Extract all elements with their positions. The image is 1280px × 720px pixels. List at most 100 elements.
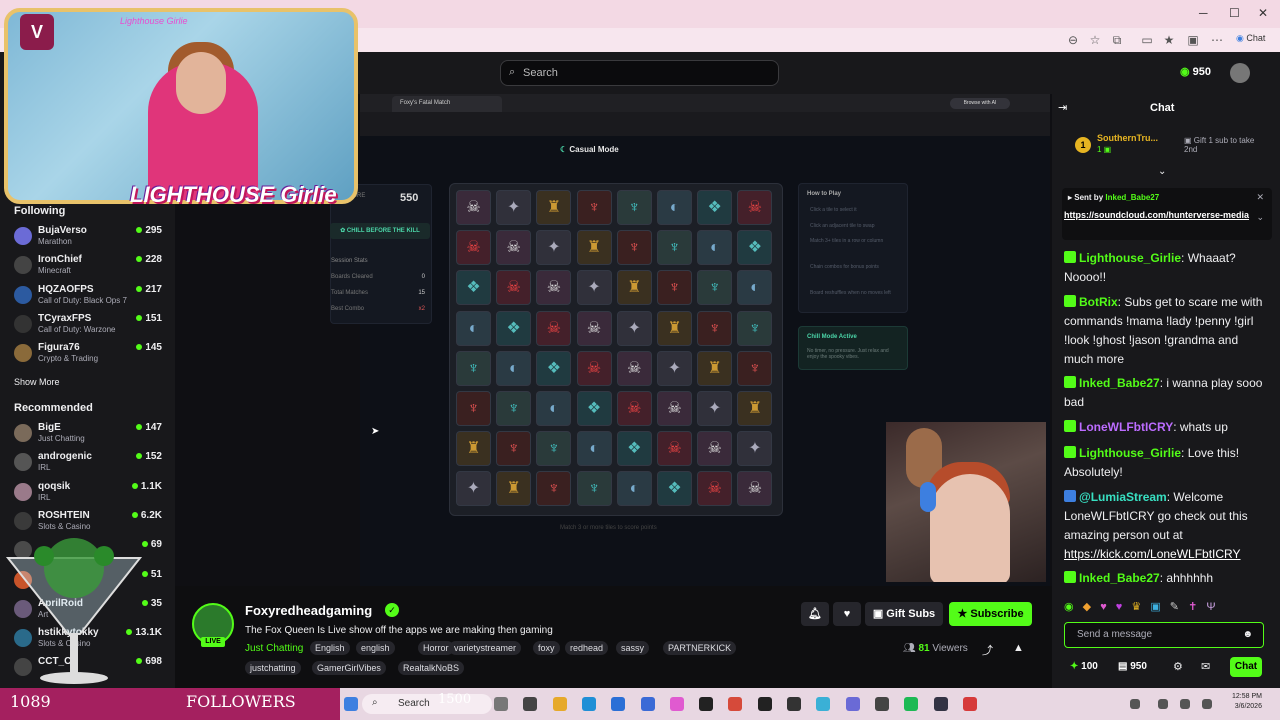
taskbar-app-icon[interactable] [581, 697, 596, 711]
taskbar-app-icon[interactable] [874, 697, 889, 711]
stream-tag[interactable]: GamerGirlVibes [312, 661, 386, 675]
channel-name[interactable]: Foxyredheadgaming [245, 603, 372, 618]
stream-tag[interactable]: RealtalkNoBS [398, 661, 465, 675]
notification-bell-button[interactable]: 🔔︎ [801, 602, 829, 626]
sidebar-channel-item[interactable]: IronChief Minecraft 228 [14, 254, 164, 282]
chat-username[interactable]: BotRix [1079, 295, 1118, 309]
clock-date: 3/6/2026 [1234, 703, 1262, 710]
chat-username[interactable]: LoneWLFbtICRY [1079, 420, 1173, 434]
stream-tag[interactable]: justchatting [245, 661, 301, 675]
chat-points[interactable]: ✦ 100 [1070, 661, 1098, 672]
chat-input[interactable]: Send a message ☻ [1064, 622, 1264, 648]
taskbar-app-icon[interactable] [787, 697, 801, 711]
taskbar-app-icon[interactable] [933, 697, 948, 711]
sidebar-channel-item[interactable]: qoqsik IRL 1.1K [14, 481, 164, 509]
collections-icon[interactable]: ▣ [1186, 33, 1200, 47]
emote-icon[interactable]: ◆ [1083, 601, 1091, 613]
taskbar-app-icon[interactable] [845, 697, 860, 711]
stream-tag[interactable]: PARTNERKICK [663, 641, 737, 655]
heart-emote-icon[interactable]: ♥ [1116, 601, 1123, 613]
extensions-icon[interactable]: ⧉ [1110, 33, 1124, 47]
emote-icon[interactable]: ✎ [1170, 601, 1179, 613]
chat-username[interactable]: Inked_Babe27 [1079, 571, 1160, 585]
sidebar-channel-item[interactable]: BigE Just Chatting 147 [14, 422, 164, 450]
maximize-icon[interactable]: ☐ [1229, 6, 1240, 20]
system-tray-icon[interactable] [1202, 699, 1212, 709]
heart-emote-icon[interactable]: ♥ [1100, 601, 1107, 613]
system-tray-icon[interactable] [1130, 699, 1140, 709]
taskbar-app-icon[interactable] [699, 697, 714, 711]
stream-tag[interactable]: foxy [533, 641, 560, 655]
search-input[interactable]: ⌕ Search [500, 60, 779, 86]
fork-emote-icon[interactable]: Ψ [1206, 601, 1215, 613]
taskbar-app-icon[interactable] [728, 697, 743, 711]
stream-category[interactable]: Just Chatting [245, 643, 303, 654]
points-balance[interactable]: ◉ 950 [1180, 65, 1211, 81]
unpin-icon[interactable]: ✕ [1256, 192, 1264, 203]
pinned-link[interactable]: https://soundcloud.com/hunterverse-media [1064, 209, 1254, 221]
channel-points[interactable]: ▤ 950 [1118, 661, 1147, 672]
taskbar-app-icon[interactable] [640, 697, 655, 711]
chat-username[interactable]: Lighthouse_Girlie [1079, 251, 1181, 265]
favorite-star-icon[interactable]: ☆ [1088, 33, 1102, 47]
gift-cta[interactable]: ▣ Gift 1 sub to take 2nd [1184, 136, 1264, 154]
share-icon[interactable]: ⤴ [982, 642, 993, 658]
chat-username[interactable]: Inked_Babe27 [1079, 376, 1160, 390]
expand-icon[interactable]: ⌄ [1256, 212, 1264, 223]
taskbar-app-icon[interactable] [816, 697, 831, 711]
stream-tag[interactable]: english [356, 641, 395, 655]
chat-link[interactable]: https://kick.com/LoneWLFbtICRY [1064, 547, 1241, 561]
chat-message: LoneWLFbtICRY: whats up [1064, 418, 1268, 437]
stream-tag[interactable]: English [310, 641, 350, 655]
taskbar-app-icon[interactable] [962, 697, 977, 711]
chat-bubble-icon[interactable]: ✉ [1201, 660, 1210, 673]
subscribe-button[interactable]: ★ Subscribe [949, 602, 1032, 626]
sidebar-channel-item[interactable]: BujaVerso Marathon 295 [14, 225, 164, 253]
sidebar-channel-item[interactable]: Figura76 Crypto & Trading 145 [14, 342, 164, 370]
chat-username[interactable]: @LumiaStream [1079, 490, 1167, 504]
report-icon[interactable]: ▲ [1013, 642, 1024, 654]
emoji-icon[interactable]: ☻ [1242, 629, 1253, 640]
crown-emote-icon[interactable]: ♛ [1131, 601, 1141, 613]
show-more-link[interactable]: Show More [14, 377, 60, 387]
close-window-icon[interactable]: ✕ [1258, 6, 1268, 20]
taskbar-app-icon[interactable] [523, 697, 538, 711]
emote-icon[interactable]: ◉ [1064, 601, 1074, 613]
sidebar-channel-item[interactable]: HQZAOFPS Call of Duty: Black Ops 7 217 [14, 284, 164, 312]
sidebar-channel-item[interactable]: ROSHTEIN Slots & Casino 6.2K [14, 510, 164, 538]
stream-tag[interactable]: sassy [616, 641, 650, 655]
favorites-icon[interactable]: ★ [1162, 33, 1176, 47]
user-avatar[interactable] [1230, 63, 1250, 83]
collapse-chat-icon[interactable]: ⇥ [1058, 101, 1067, 114]
taskbar-app-icon[interactable] [757, 697, 772, 711]
gifter-name[interactable]: SouthernTru... [1097, 133, 1158, 143]
settings-gear-icon[interactable]: ⚙ [1173, 660, 1183, 673]
taskbar-app-icon[interactable] [669, 697, 684, 711]
windows-start-icon[interactable] [344, 697, 358, 711]
chat-send-button[interactable]: Chat [1230, 657, 1262, 677]
stream-tag[interactable]: varietystreamer [449, 641, 522, 655]
taskbar-clock[interactable]: 12:58 PM 3/6/2026 [1232, 692, 1262, 712]
system-tray-icon[interactable] [1180, 699, 1190, 709]
stream-tag[interactable]: redhead [565, 641, 609, 655]
taskbar-app-icon[interactable] [494, 697, 508, 711]
sidebar-channel-item[interactable]: TCyraxFPS Call of Duty: Warzone 151 [14, 313, 164, 341]
pinned-user[interactable]: Inked_Babe27 [1105, 193, 1159, 202]
taskbar-app-icon[interactable] [611, 697, 626, 711]
taskbar-app-icon[interactable] [552, 697, 567, 711]
taskbar-search[interactable]: ⌕ Search [362, 694, 492, 714]
taskbar-app-icon[interactable] [904, 697, 919, 711]
sidebar-channel-item[interactable]: androgenic IRL 152 [14, 451, 164, 479]
split-screen-icon[interactable]: ▭ [1140, 33, 1154, 47]
emote-icon[interactable]: ▣ [1150, 601, 1160, 613]
cross-emote-icon[interactable]: ✝ [1188, 601, 1197, 613]
gift-subs-button[interactable]: ▣ Gift Subs [865, 602, 943, 626]
follow-heart-button[interactable]: ♥ [833, 602, 861, 626]
system-tray-icon[interactable] [1158, 699, 1168, 709]
pin-arrow-icon[interactable]: ⌄ [1158, 166, 1166, 177]
reading-mode-icon[interactable]: ⊖ [1066, 33, 1080, 47]
copilot-chat-button[interactable]: ◉ Chat [1236, 33, 1265, 44]
more-menu-icon[interactable]: ⋯ [1210, 33, 1224, 47]
minimize-icon[interactable]: ─ [1199, 6, 1208, 20]
chat-username[interactable]: Lighthouse_Girlie [1079, 446, 1181, 460]
